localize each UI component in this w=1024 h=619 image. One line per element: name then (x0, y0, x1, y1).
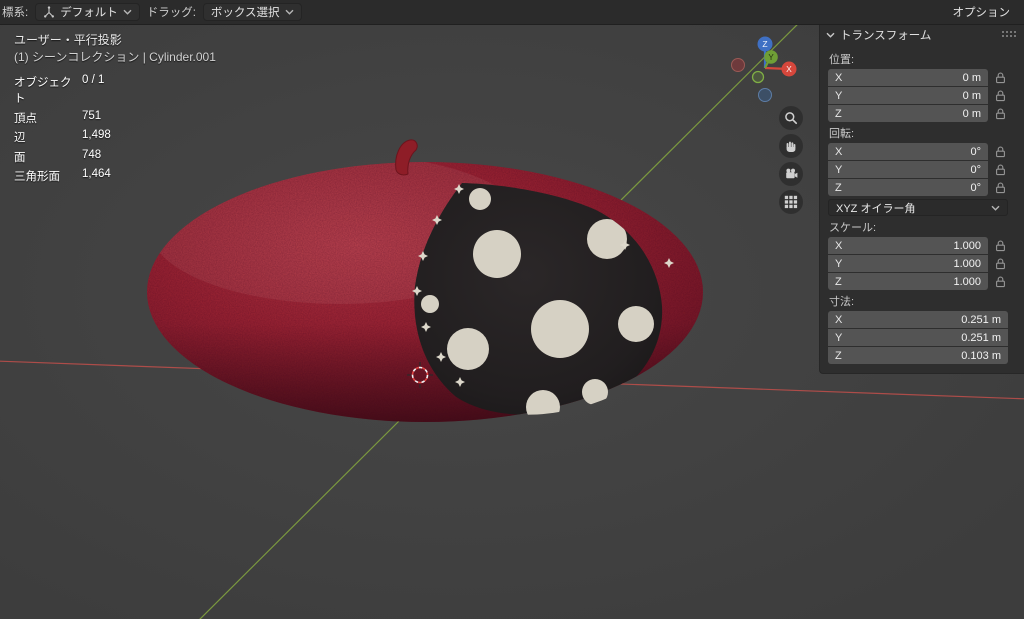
stat-value: 751 (82, 109, 102, 122)
transform-panel-body: 位置: X 0 m Y 0 m Z 0 m 回転: X 0° Y 0° Z 0°… (820, 45, 1024, 364)
stat-label: 辺 (14, 132, 26, 144)
dimensions-z-field[interactable]: Z 0.103 m (828, 347, 1008, 364)
gizmo-axis-z-negative[interactable] (758, 88, 772, 102)
stat-value: 748 (82, 148, 102, 161)
drag-mode-value: ボックス選択 (210, 7, 280, 19)
toggle-grid-button[interactable] (779, 190, 803, 214)
camera-icon (786, 168, 798, 179)
dimensions-x-field[interactable]: X 0.251 m (828, 311, 1008, 328)
lock-icon[interactable] (992, 108, 1008, 120)
lock-icon[interactable] (992, 146, 1008, 158)
stat-label: 三角形面 (14, 171, 60, 183)
lock-icon[interactable] (992, 182, 1008, 194)
navigation-gizmo[interactable]: Z Y X (729, 34, 801, 106)
stat-value: 1,498 (82, 129, 111, 141)
scale-z-field[interactable]: Z 1.000 (828, 273, 988, 290)
magnify-icon (785, 112, 798, 125)
scale-label: スケール: (829, 222, 877, 234)
hand-icon (786, 141, 796, 153)
rotation-label: 回転: (829, 128, 855, 140)
rotation-y-field[interactable]: Y 0° (828, 161, 988, 178)
gizmo-z-label: Z (762, 39, 767, 49)
location-label: 位置: (829, 54, 855, 66)
viewport-tools (779, 106, 803, 214)
viewport-info-overlay: ユーザー・平行投影 (1) シーンコレクション | Cylinder.001 (14, 32, 216, 66)
lock-icon[interactable] (992, 276, 1008, 288)
panel-collapse-chevron-icon (826, 32, 835, 38)
chevron-down-icon (285, 9, 294, 15)
dimensions-y-field[interactable]: Y 0.251 m (828, 329, 1008, 346)
transform-panel-header[interactable]: トランスフォーム (820, 24, 1024, 45)
dimensions-label: 寸法: (829, 296, 855, 308)
scale-x-field[interactable]: X 1.000 (828, 237, 988, 254)
orientation-dropdown[interactable]: デフォルト (35, 3, 140, 21)
statistics-overlay: オブジェクト 0 / 1 頂点 751 辺 1,498 面 748 三角形面 1,464 (14, 74, 111, 184)
drag-label: ドラッグ: (146, 7, 196, 19)
stat-label: オブジェクト (14, 77, 72, 105)
lock-icon[interactable] (992, 240, 1008, 252)
pan-button[interactable] (779, 134, 803, 158)
stat-label: 頂点 (14, 112, 37, 125)
header-right-group: オプション (947, 3, 1024, 21)
drag-mode-dropdown[interactable]: ボックス選択 (202, 3, 302, 21)
lock-icon[interactable] (992, 258, 1008, 270)
scale-y-field[interactable]: Y 1.000 (828, 255, 988, 272)
view-mode-text: ユーザー・平行投影 (14, 33, 122, 47)
gizmo-y-label: Y (768, 53, 774, 62)
options-button[interactable]: オプション (947, 3, 1017, 21)
gizmo-x-label: X (786, 64, 792, 74)
panel-title: トランスフォーム (840, 29, 932, 42)
viewport-3d[interactable]: ユーザー・平行投影 (1) シーンコレクション | Cylinder.001 オ… (0, 24, 1024, 619)
rotation-x-field[interactable]: X 0° (828, 143, 988, 160)
location-x-field[interactable]: X 0 m (828, 69, 988, 86)
lock-icon[interactable] (992, 90, 1008, 102)
chevron-down-icon (991, 205, 1000, 211)
active-collection-text: (1) シーンコレクション | Cylinder.001 (14, 50, 216, 64)
gizmo-axis-y-negative[interactable] (751, 70, 765, 84)
orientation-label: 標系: (2, 7, 29, 19)
stat-value: 0 / 1 (82, 74, 105, 86)
panel-drag-grip[interactable] (1002, 30, 1018, 39)
transform-panel: トランスフォーム 位置: X 0 m Y 0 m Z 0 m 回転: X 0° … (819, 24, 1024, 374)
zoom-button[interactable] (779, 106, 803, 130)
stat-label: 面 (14, 151, 26, 164)
location-z-field[interactable]: Z 0 m (828, 105, 988, 122)
blender-window: 標系: デフォルト ドラッグ: ボックス選択 オプション ユーザー・平行投影 (… (0, 0, 1024, 619)
chevron-down-icon (123, 9, 132, 15)
header-left-group: 標系: デフォルト ドラッグ: ボックス選択 (0, 3, 302, 21)
stat-value: 1,464 (82, 168, 111, 180)
rotation-mode-dropdown[interactable]: XYZ オイラー角 (828, 199, 1008, 216)
lock-icon[interactable] (992, 164, 1008, 176)
rotation-z-field[interactable]: Z 0° (828, 179, 988, 196)
orientation-value: デフォルト (60, 7, 118, 19)
orientation-axes-icon (44, 6, 55, 18)
location-y-field[interactable]: Y 0 m (828, 87, 988, 104)
gizmo-axis-x-negative[interactable] (731, 58, 745, 72)
camera-view-button[interactable] (779, 162, 803, 186)
grid-icon (784, 195, 798, 209)
viewport-header-bar: 標系: デフォルト ドラッグ: ボックス選択 オプション (0, 0, 1024, 25)
lock-icon[interactable] (992, 72, 1008, 84)
